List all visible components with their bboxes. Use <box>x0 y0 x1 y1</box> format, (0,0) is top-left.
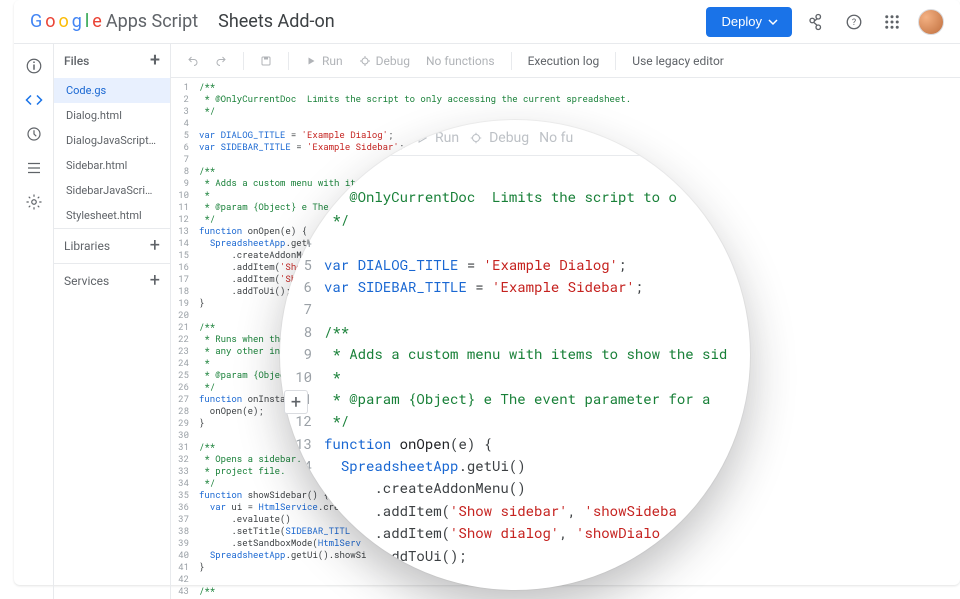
services-heading: Services <box>64 274 109 288</box>
mag-run-button: Run <box>415 130 459 146</box>
executions-icon[interactable] <box>22 156 46 180</box>
triggers-icon[interactable] <box>22 122 46 146</box>
run-button[interactable]: Run <box>299 51 349 71</box>
project-settings-icon[interactable] <box>22 190 46 214</box>
overview-icon[interactable] <box>22 54 46 78</box>
apps-grid-icon[interactable] <box>878 8 906 36</box>
account-avatar[interactable] <box>918 9 944 35</box>
magnifier-overlay: Run Debug No fu 123456789101112131415161… <box>280 120 750 590</box>
file-item[interactable]: SidebarJavaScript.html <box>54 178 170 203</box>
add-library-button[interactable]: + <box>150 237 160 255</box>
project-title[interactable]: Sheets Add-on <box>218 11 335 32</box>
google-logo: Google <box>30 11 102 32</box>
legacy-editor-link[interactable]: Use legacy editor <box>626 51 730 71</box>
function-select[interactable]: No functions <box>420 51 501 71</box>
add-file-button[interactable]: + <box>150 52 160 70</box>
help-icon[interactable]: ? <box>840 8 868 36</box>
save-button[interactable] <box>254 52 278 70</box>
header: Google Apps Script Sheets Add-on Deploy … <box>14 0 960 44</box>
file-item[interactable]: Stylesheet.html <box>54 203 170 228</box>
product-name: Apps Script <box>106 11 198 32</box>
chevron-down-icon <box>768 17 778 27</box>
left-rail <box>14 44 54 599</box>
add-sheet-button[interactable]: + <box>284 390 308 414</box>
libraries-heading: Libraries <box>64 239 110 253</box>
share-icon[interactable] <box>802 8 830 36</box>
file-item[interactable]: Code.gs <box>54 78 170 103</box>
debug-button[interactable]: Debug <box>353 51 416 71</box>
redo-button[interactable] <box>209 52 233 70</box>
mag-debug-button: Debug <box>469 130 529 146</box>
add-service-button[interactable]: + <box>150 272 160 290</box>
mag-save-icon <box>380 129 394 147</box>
deploy-button[interactable]: Deploy <box>706 7 792 37</box>
file-item[interactable]: Sidebar.html <box>54 153 170 178</box>
file-item[interactable]: Dialog.html <box>54 103 170 128</box>
file-item[interactable]: DialogJavaScript.html <box>54 128 170 153</box>
editor-toolbar: Run Debug No functions Execution log Use… <box>171 44 960 78</box>
files-panel: Files + Code.gsDialog.htmlDialogJavaScri… <box>54 44 171 599</box>
files-heading: Files <box>64 54 89 68</box>
editor-icon[interactable] <box>22 88 46 112</box>
mag-nofunc: No fu <box>539 130 573 146</box>
execution-log-button[interactable]: Execution log <box>522 51 606 71</box>
undo-button[interactable] <box>181 52 205 70</box>
svg-text:?: ? <box>852 18 856 28</box>
